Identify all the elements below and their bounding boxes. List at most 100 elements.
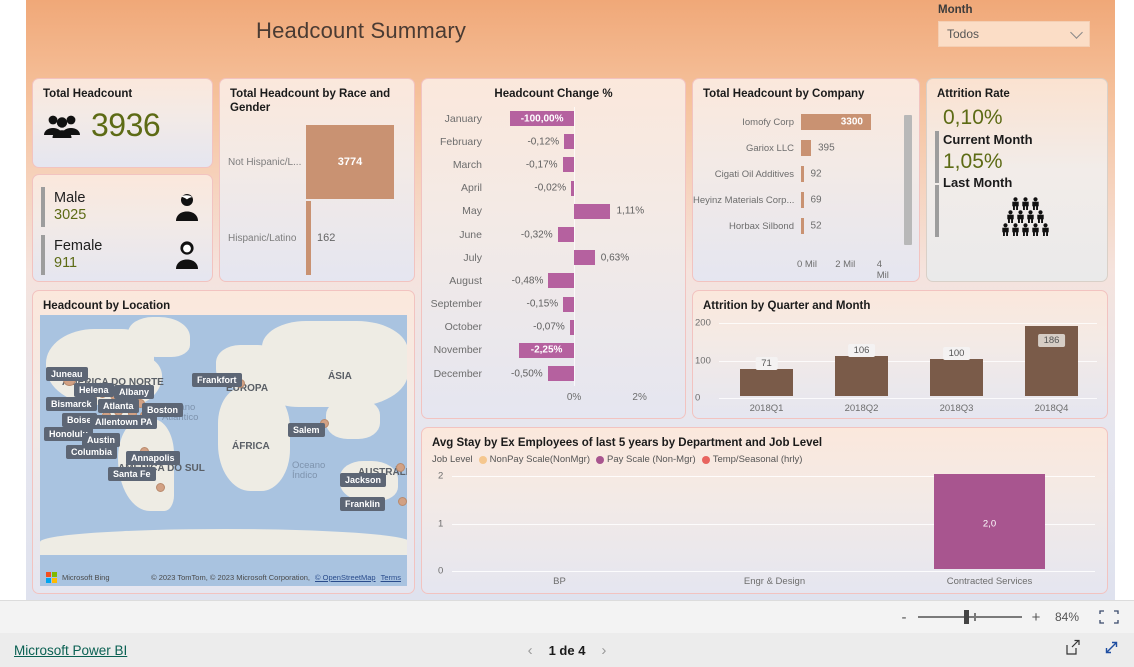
previous-page-button[interactable]: ‹: [528, 642, 533, 659]
legend-item[interactable]: Temp/Seasonal (hrly): [701, 454, 802, 465]
map-terms-link[interactable]: Terms: [381, 573, 401, 582]
avg-stay-chart[interactable]: Avg Stay by Ex Employees of last 5 years…: [421, 427, 1108, 594]
headcount-change-bar[interactable]: [569, 319, 575, 335]
headcount-change-chart[interactable]: Headcount Change % January -100,00% Februa…: [421, 78, 686, 419]
map-location-label[interactable]: Franklin: [340, 497, 386, 511]
fullscreen-icon[interactable]: [1103, 639, 1120, 661]
zoom-in-button[interactable]: +: [1026, 609, 1046, 626]
headcount-race-gender-chart[interactable]: Total Headcount by Race and Gender Not H…: [219, 78, 415, 282]
fit-to-page-icon[interactable]: [1098, 609, 1120, 625]
landmass-southeast-asia: [326, 399, 380, 439]
company-bar[interactable]: [801, 166, 804, 182]
headcount-change-row[interactable]: November -2,25%: [422, 339, 677, 362]
company-bar-row[interactable]: Gariox LLC 395: [693, 135, 897, 161]
headcount-change-row[interactable]: May 1,11%: [422, 200, 677, 223]
headcount-change-row[interactable]: December -0,50%: [422, 362, 677, 385]
headcount-change-row[interactable]: February -0,12%: [422, 130, 677, 153]
headcount-change-bar[interactable]: [574, 250, 595, 266]
power-bi-link[interactable]: Microsoft Power BI: [14, 643, 127, 658]
map-copyright: © 2023 TomTom, © 2023 Microsoft Corporat…: [151, 573, 311, 582]
zoom-toolbar[interactable]: - + 84%: [0, 600, 1134, 633]
company-bar[interactable]: [801, 218, 804, 234]
headcount-change-bar[interactable]: [557, 226, 575, 242]
headcount-change-bar[interactable]: [548, 273, 575, 289]
race-gender-bar[interactable]: 3774: [306, 125, 394, 199]
quarter-bar[interactable]: [739, 369, 794, 396]
total-headcount-card[interactable]: Total Headcount 3936: [32, 78, 213, 168]
zoom-slider[interactable]: [918, 610, 1022, 624]
map-location-label[interactable]: Annapolis: [126, 451, 180, 465]
map-location-label[interactable]: Bismarck: [46, 397, 97, 411]
headcount-location-map[interactable]: Headcount by Location OceanoAtlântico Oc…: [32, 290, 415, 594]
headcount-change-bar[interactable]: [547, 366, 575, 382]
map-location-pin[interactable]: [156, 483, 165, 492]
map-location-label[interactable]: Juneau: [46, 367, 88, 381]
headcount-change-row[interactable]: September -0,15%: [422, 293, 677, 316]
legend-title: Job Level: [432, 454, 473, 466]
map-viewport[interactable]: OceanoAtlântico OceanoÍndico AMÉRICA DO …: [40, 315, 407, 586]
headcount-company-chart[interactable]: Total Headcount by Company Iomofy Corp 33…: [692, 78, 920, 282]
map-location-label[interactable]: Jackson: [340, 473, 387, 487]
race-gender-bar-row[interactable]: Hispanic/Latino 162: [220, 201, 414, 275]
headcount-change-row[interactable]: April -0,02%: [422, 177, 677, 200]
map-location-label[interactable]: Columbia: [66, 445, 118, 459]
headcount-change-track: -0,12%: [490, 130, 677, 153]
company-bar-row[interactable]: Iomofy Corp 3300: [693, 109, 897, 135]
company-scrollbar[interactable]: [904, 115, 912, 245]
attrition-current-label: Current Month: [943, 131, 1033, 147]
map-location-label[interactable]: Allentown PA: [90, 415, 158, 429]
last-month-accent-bar: [935, 185, 939, 238]
next-page-button[interactable]: ›: [601, 642, 606, 659]
headcount-change-row[interactable]: January -100,00%: [422, 107, 677, 130]
race-gender-bar-row[interactable]: Not Hispanic/L... 3774: [220, 125, 414, 199]
openstreetmap-link[interactable]: © OpenStreetMap: [315, 573, 376, 582]
month-slicer[interactable]: Month Todos: [938, 4, 1090, 47]
company-bar[interactable]: [801, 192, 804, 208]
headcount-change-bar[interactable]: [563, 296, 575, 312]
zoom-slider-thumb[interactable]: [964, 610, 969, 624]
company-bar[interactable]: 3300: [801, 114, 871, 130]
headcount-change-value-label: -0,02%: [534, 182, 567, 194]
headcount-change-row[interactable]: June -0,32%: [422, 223, 677, 246]
headcount-change-bar[interactable]: [571, 180, 575, 196]
quarter-bar[interactable]: [929, 358, 984, 396]
map-location-label[interactable]: Frankfort: [192, 373, 242, 387]
share-icon[interactable]: [1064, 639, 1081, 661]
company-bar[interactable]: [801, 140, 811, 156]
headcount-change-bar[interactable]: [574, 203, 611, 219]
quarter-bar[interactable]: [834, 356, 889, 396]
company-bar-row[interactable]: Heyinz Materials Corp... 69: [693, 187, 897, 213]
gender-row-male[interactable]: Male 3025: [33, 183, 212, 231]
map-location-label[interactable]: Albany: [114, 385, 155, 399]
map-location-label[interactable]: Santa Fe: [108, 467, 156, 481]
headcount-change-bar[interactable]: [562, 157, 575, 173]
map-location-pin[interactable]: [396, 463, 405, 472]
headcount-change-row[interactable]: October -0,07%: [422, 316, 677, 339]
avg-stay-legend[interactable]: Job Level NonPay Scale(NonMgr) Pay Scale …: [422, 450, 1107, 465]
headcount-change-bar[interactable]: [564, 134, 575, 150]
map-location-label[interactable]: Atlanta: [98, 399, 139, 413]
attrition-quarter-chart[interactable]: Attrition by Quarter and Month 0 100 200 71…: [692, 290, 1108, 419]
map-location-label[interactable]: Helena: [74, 383, 114, 397]
headcount-change-bar[interactable]: -100,00%: [510, 111, 575, 126]
attrition-rate-card[interactable]: Attrition Rate 0,10% Current Month 1,05%…: [926, 78, 1108, 282]
headcount-change-value-label: -2,25%: [530, 344, 563, 356]
page-navigation[interactable]: ‹ 1 de 4 ›: [528, 642, 607, 659]
headcount-change-row[interactable]: March -0,17%: [422, 153, 677, 176]
gender-row-female[interactable]: Female 911: [33, 231, 212, 279]
race-gender-bar[interactable]: 162: [306, 201, 335, 275]
headcount-change-bar[interactable]: -2,25%: [519, 342, 575, 358]
map-location-label[interactable]: Salem: [288, 423, 325, 437]
month-slicer-dropdown[interactable]: Todos: [938, 21, 1090, 47]
gender-breakdown-card[interactable]: Male 3025 Female 911: [32, 174, 213, 282]
legend-item[interactable]: NonPay Scale(NonMgr): [478, 454, 590, 465]
quarter-gridline: [719, 323, 1097, 324]
zoom-out-button[interactable]: -: [894, 609, 914, 626]
company-bar-row[interactable]: Horbax Silbond 52: [693, 213, 897, 239]
company-bar-row[interactable]: Cigati Oil Additives 92: [693, 161, 897, 187]
company-value-label: 395: [818, 142, 835, 154]
headcount-change-row[interactable]: August -0,48%: [422, 269, 677, 292]
legend-item[interactable]: Pay Scale (Non-Mgr): [596, 454, 696, 465]
map-location-pin[interactable]: [398, 497, 407, 506]
headcount-change-row[interactable]: July 0,63%: [422, 246, 677, 269]
